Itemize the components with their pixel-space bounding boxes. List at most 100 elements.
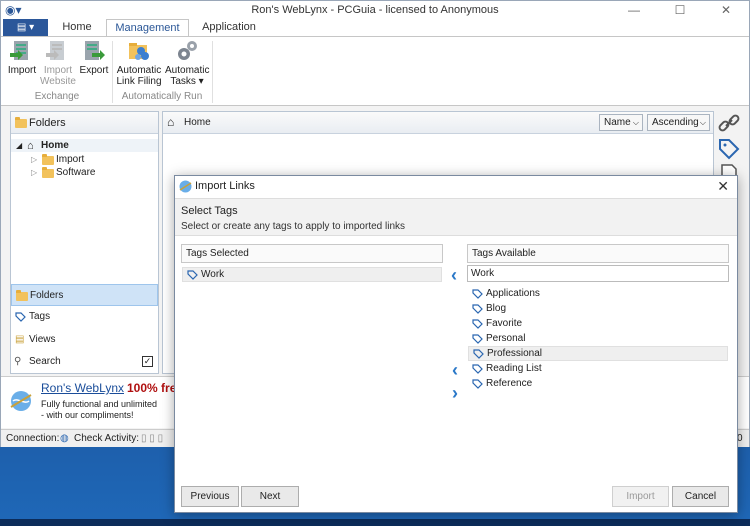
nav-tags[interactable]: Tags [11, 306, 158, 328]
title-bar: ◉▾ Ron's WebLynx - PCGuia - licensed to … [1, 1, 749, 19]
tag-label: Professional [487, 348, 543, 359]
binoculars-icon: ⚲ [14, 356, 22, 367]
nav-views[interactable]: ▤ Views [11, 329, 158, 351]
collapse-icon[interactable]: ▷ [31, 166, 37, 179]
next-button[interactable]: Next [241, 486, 299, 507]
dialog-title: Import Links [195, 180, 255, 192]
expand-icon[interactable]: ◢ [16, 139, 22, 152]
chevron-down-icon: ⌵ [632, 118, 639, 127]
tag-icon [472, 334, 483, 344]
tree-item-software[interactable]: ▷ Software [11, 166, 158, 179]
import-website-icon [46, 41, 64, 60]
dialog-title-bar: Import Links ✕ [175, 176, 737, 197]
export-button[interactable]: Export [78, 39, 110, 76]
gears-icon [178, 41, 197, 60]
chevron-down-icon: ⌵ [699, 118, 706, 127]
available-tag-item[interactable]: Reading List [468, 362, 728, 377]
tag-icon [472, 319, 483, 329]
tag-input[interactable]: Work [467, 265, 729, 282]
move-tag-right-arrow-icon[interactable]: › [448, 384, 462, 402]
sort-field-value: Name [604, 117, 631, 128]
tag-icon [472, 304, 483, 314]
previous-button[interactable]: Previous [181, 486, 239, 507]
tree-label: Import [56, 154, 85, 165]
tree-label: Home [41, 140, 69, 151]
automatic-tasks-button[interactable]: Automatic Tasks ▾ [165, 39, 209, 87]
close-icon[interactable]: ✕ [717, 176, 729, 197]
available-tag-item[interactable]: Professional [468, 346, 728, 361]
file-menu-button[interactable]: ▤ ▾ [3, 19, 48, 36]
globe-icon: ◍ [60, 433, 69, 444]
nav-search[interactable]: ⚲ Search ✓ [11, 351, 158, 373]
globe-icon [10, 391, 32, 411]
link-filing-label-2: Link Filing [116, 76, 162, 87]
import-icon [10, 41, 28, 60]
tag-label: Blog [486, 303, 507, 314]
selected-tag-label: Work [201, 269, 225, 280]
tree-item-home[interactable]: ◢ ⌂ Home [11, 139, 158, 152]
dialog-heading: Select Tags [181, 205, 238, 217]
dialog-description: Select or create any tags to apply to im… [181, 221, 406, 232]
tab-management[interactable]: Management [106, 19, 189, 37]
nav-label: Views [29, 334, 56, 345]
nav-label: Tags [29, 311, 51, 322]
import-website-label-2: Website [40, 76, 76, 87]
breadcrumb: Home [184, 117, 211, 128]
folders-header-label: Folders [29, 117, 66, 129]
available-tag-item[interactable]: Favorite [468, 317, 728, 332]
import-website-button[interactable]: Import Website [40, 39, 76, 87]
tab-application[interactable]: Application [193, 19, 265, 37]
app-icon [179, 180, 192, 193]
close-icon[interactable]: ✕ [703, 1, 749, 19]
nav-folders[interactable]: Folders [11, 284, 158, 306]
dialog-header: Select Tags Select or create any tags to… [175, 198, 737, 236]
collapse-icon[interactable]: ▷ [31, 153, 37, 166]
home-icon: ⌂ [167, 115, 175, 129]
tasks-label-2: Tasks ▾ [170, 76, 204, 87]
tag-icon [472, 289, 483, 299]
import-website-label-1: Import [43, 65, 73, 76]
export-icon [85, 41, 105, 60]
nav-label: Folders [30, 290, 64, 301]
tree-item-import[interactable]: ▷ Import [11, 153, 158, 166]
remove-tag-arrow-icon[interactable]: ‹ [447, 266, 461, 284]
add-tag-arrow-icon[interactable]: ‹ [448, 361, 462, 379]
maximize-icon[interactable]: ☐ [657, 1, 703, 19]
link-icon[interactable] [717, 111, 741, 135]
link-filing-label-1: Automatic [116, 65, 162, 76]
tag-label: Reading List [486, 363, 542, 374]
minimize-icon[interactable]: — [611, 1, 657, 19]
tag-label: Personal [486, 333, 526, 344]
search-checkbox[interactable]: ✓ [142, 356, 153, 367]
sort-order-dropdown[interactable]: Ascending ⌵ [647, 114, 710, 131]
selected-tag-item[interactable]: Work [182, 267, 442, 282]
group-exchange: Exchange [34, 91, 80, 102]
taskbar [0, 519, 750, 526]
folder-icon [16, 290, 28, 301]
tag-label: Favorite [486, 318, 523, 329]
promo-line2: - with our compliments! [41, 410, 134, 420]
tasks-label-1: Automatic [165, 65, 210, 76]
tag-icon [15, 312, 26, 322]
tab-home[interactable]: Home [51, 19, 103, 37]
sort-order-value: Ascending [652, 117, 699, 128]
tag-label: Reference [486, 378, 533, 389]
automatic-link-filing-button[interactable]: Automatic Link Filing [115, 39, 163, 87]
cancel-button[interactable]: Cancel [672, 486, 729, 507]
sort-field-dropdown[interactable]: Name ⌵ [599, 114, 643, 131]
available-tag-item[interactable]: Reference [468, 377, 728, 392]
promo-brand-link[interactable]: Ron's WebLynx [41, 381, 124, 395]
import-button[interactable]: Import [5, 39, 39, 76]
import-dialog-button[interactable]: Import [612, 486, 669, 507]
nav-label: Search [29, 356, 61, 367]
tag-icon [472, 364, 483, 374]
available-tag-item[interactable]: Blog [468, 302, 728, 317]
home-icon: ⌂ [27, 140, 34, 152]
tag-icon[interactable] [717, 137, 741, 161]
available-tag-item[interactable]: Applications [468, 287, 728, 302]
ribbon: Import Import Website Export Automatic L… [1, 36, 749, 106]
available-tag-item[interactable]: Personal [468, 332, 728, 347]
check-activity-label: Check Activity: [74, 433, 140, 444]
tag-label: Applications [486, 288, 540, 299]
link-filing-icon [129, 43, 149, 60]
